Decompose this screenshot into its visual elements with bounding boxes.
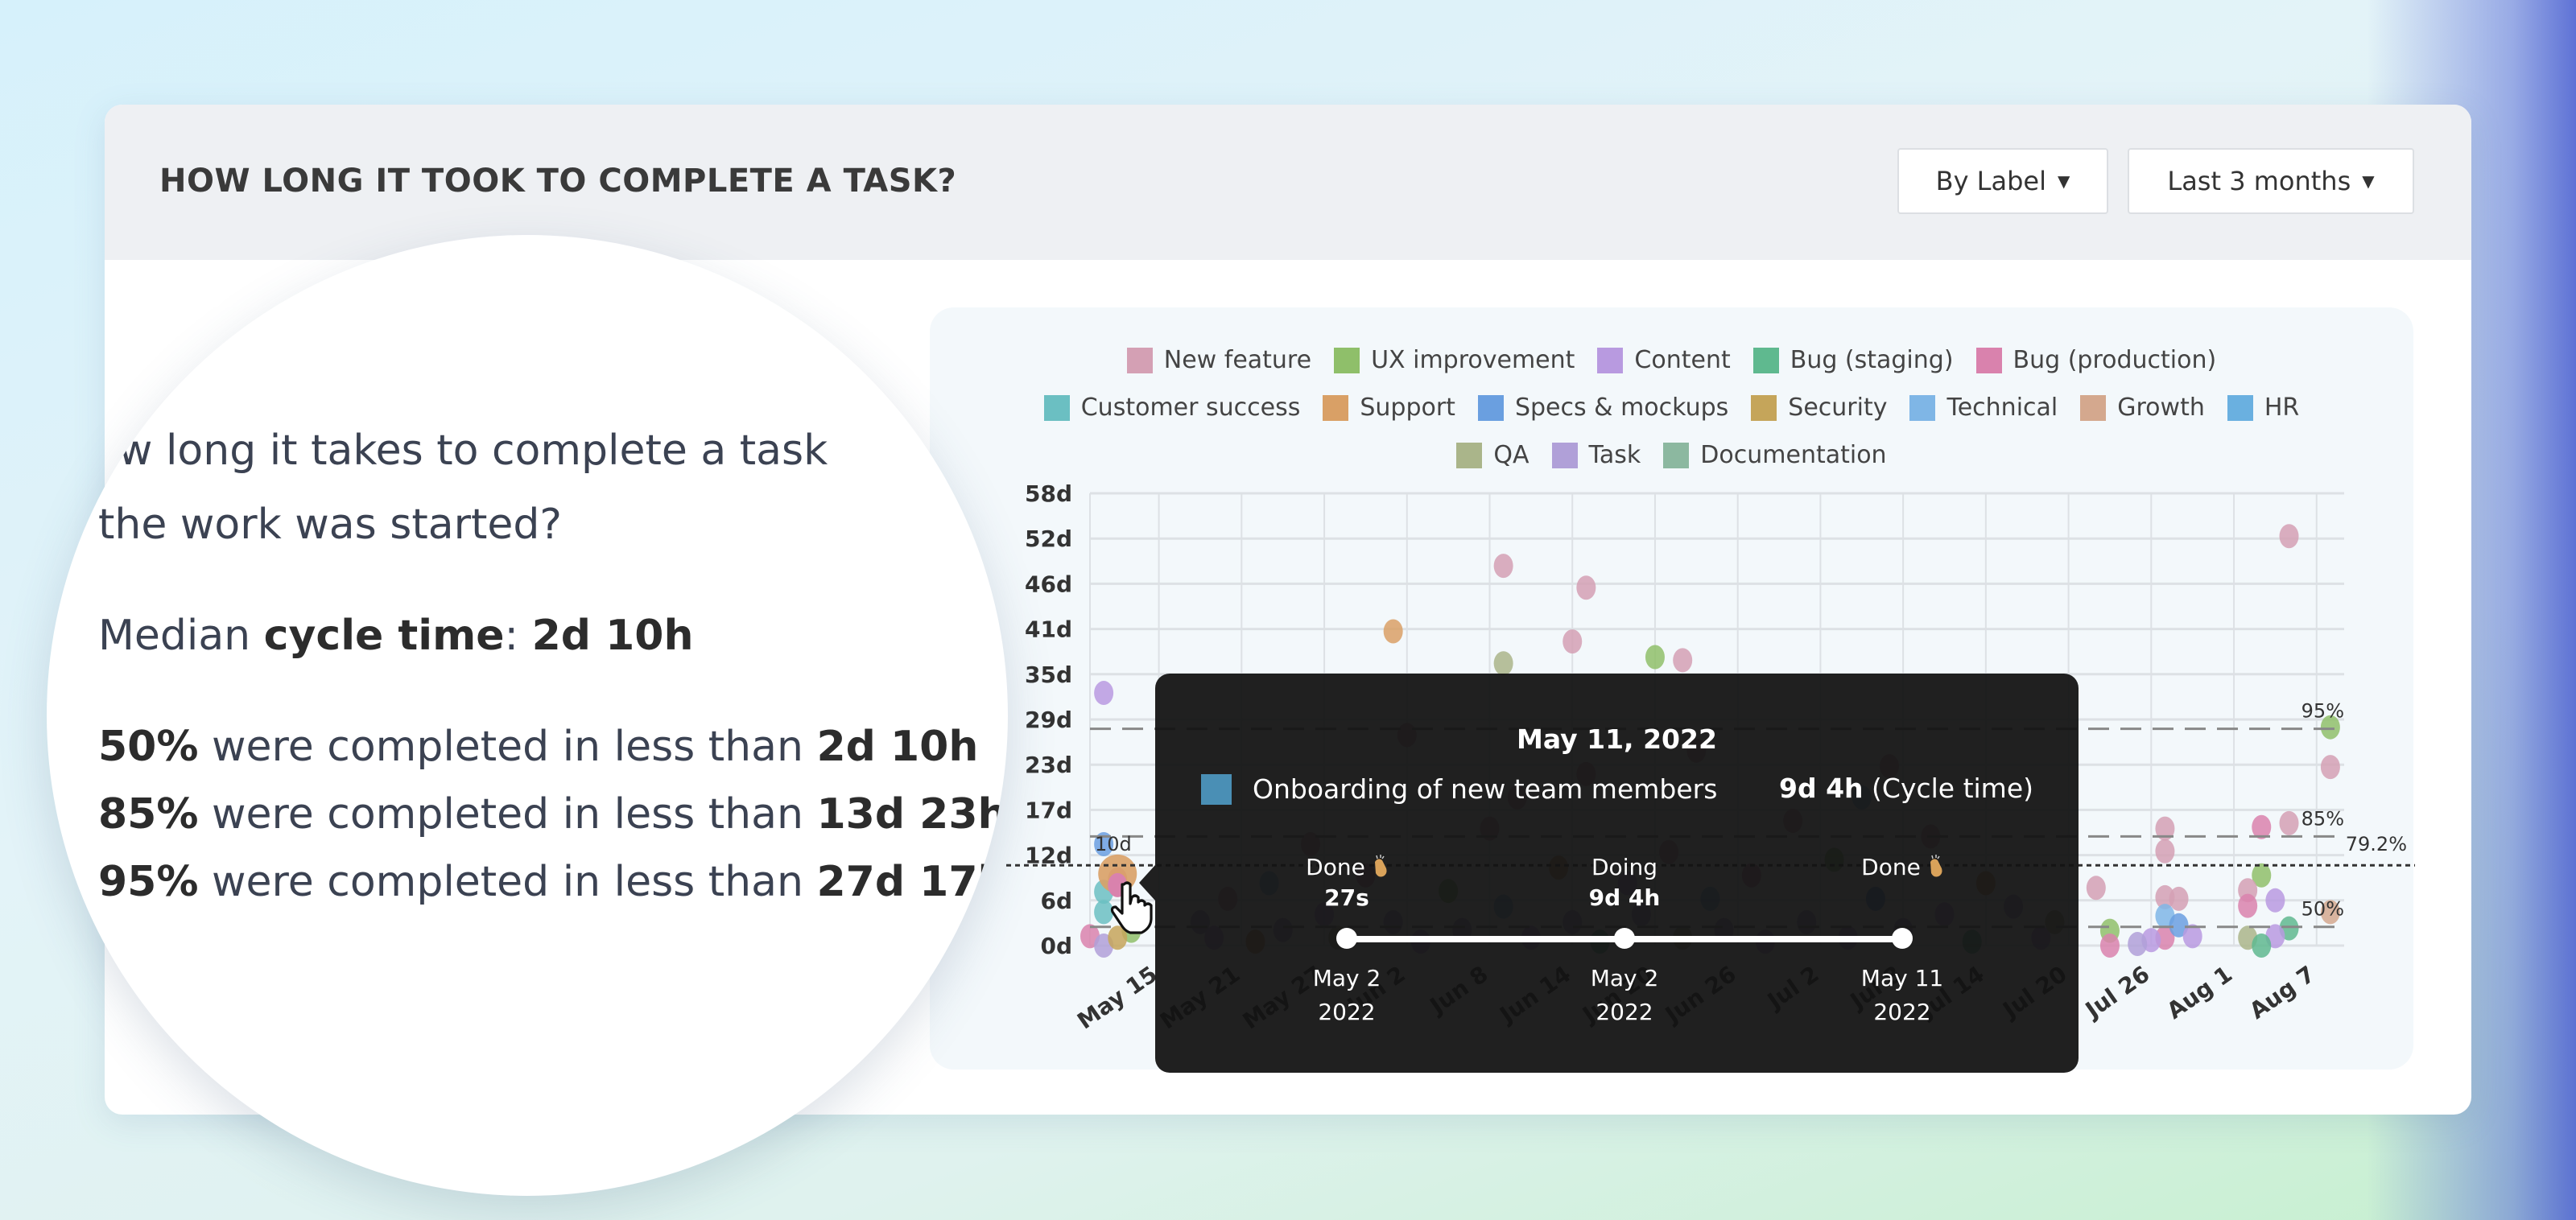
median-value: 2d 10h [531,612,694,660]
timeline-dot [1892,928,1913,949]
data-point [1645,645,1665,670]
pointer-hand-icon [1110,881,1153,934]
y-tick-label: 23d [1025,752,1072,778]
x-tick-label: May 15 [1072,961,1162,1035]
stage-date-label: May 2 [1242,965,1451,991]
stage-duration-label: 9d 4h [1520,884,1729,911]
stage-date: May 2 [1590,965,1659,991]
point-tooltip: May 11, 2022 Onboarding of new team memb… [1139,674,2079,1073]
data-point [1493,554,1513,579]
stage-duration: 27s [1324,884,1369,911]
stage-year-label: 2022 [1798,999,2007,1025]
median-cycle-time: Median cycle time: 2d 10h [98,612,694,660]
clap-icon [1930,855,1942,877]
percentile-value: 27d 17h [816,858,1008,906]
median-sep: : [504,612,532,660]
y-tick-label: 17d [1025,797,1072,823]
percentile-pct: 85% [98,790,199,839]
tooltip-cycle-label: (Cycle time) [1863,773,2034,804]
data-point [2238,893,2258,918]
tooltip-cycle-value: 9d 4h [1779,773,1864,804]
stage-duration-label: 27s [1242,884,1451,911]
x-tick-label: Jul 26 [2079,961,2154,1024]
stage-date: May 11 [1860,965,1944,991]
percentile-line: 50% were completed in less than 2d 10h [98,723,978,771]
stage-status: Done [1306,854,1365,880]
x-tick-label: Aug 1 [2162,961,2237,1024]
data-point [2279,524,2299,549]
reference-label: 79.2% [2346,833,2407,855]
stage-duration: 9d 4h [1588,884,1661,911]
data-point [1563,629,1583,654]
median-metric: cycle time [263,612,505,660]
data-point [2086,876,2106,901]
question-line-2: the work was started? [98,501,562,549]
percentile-line: 95% were completed in less than 27d 17h [98,858,1008,906]
tooltip-date: May 11, 2022 [1517,723,1717,755]
data-point [2169,886,2189,911]
y-tick-label: 58d [1025,480,1072,507]
y-tick-label: 6d [1040,888,1072,914]
stage-date: May 2 [1312,965,1381,991]
data-point [1673,648,1693,673]
data-point [2265,888,2285,913]
data-point [1576,575,1596,600]
y-tick-label: 29d [1025,707,1072,733]
stage-date-label: May 11 [1798,965,2007,991]
stage-status: Done [1861,854,1921,880]
percentile-line: 85% were completed in less than 13d 23h [98,790,1008,839]
stage-status-label: Done [1798,854,2007,880]
reference-label: 85% [2301,807,2344,830]
percentile-text: were completed in less than [198,723,817,771]
percentile-text: were completed in less than [198,790,817,839]
y-tick-label: 41d [1025,616,1072,643]
y-tick-label: 52d [1025,526,1072,552]
stage-year: 2022 [1873,999,1931,1025]
reference-left-label: 10d [1095,833,1132,855]
stage-year-label: 2022 [1520,999,1729,1025]
percentile-pct: 50% [98,723,199,771]
stage-year-label: 2022 [1242,999,1451,1025]
question-line-1: How long it takes to complete a task [61,427,828,475]
stage-year: 2022 [1318,999,1376,1025]
data-point [2155,839,2175,863]
data-point [1383,619,1403,644]
stage-date-label: May 2 [1520,965,1729,991]
clap-icon [1374,855,1387,877]
data-point [2128,932,2148,957]
data-point [2099,934,2120,958]
data-point [2279,810,2299,835]
data-point [2252,934,2272,958]
median-prefix: Median [98,612,264,660]
y-tick-label: 46d [1025,571,1072,597]
stage-status-label: Done [1242,854,1451,880]
y-tick-label: 12d [1025,843,1072,869]
reference-label: 50% [2301,898,2344,921]
data-point [1094,681,1114,706]
stage-year: 2022 [1596,999,1653,1025]
magnifier-lens: How long it takes to complete a task the… [47,235,1008,1196]
timeline-dot [1336,928,1357,949]
timeline-dot [1614,928,1635,949]
x-tick-label: Aug 7 [2244,961,2319,1024]
percentile-value: 13d 23h [816,790,1008,839]
tooltip-task-row: Onboarding of new team members [1201,773,1717,805]
percentile-value: 2d 10h [816,723,979,771]
data-point [2320,755,2340,780]
reference-label: 95% [2301,700,2344,723]
data-point [1493,651,1513,676]
task-color-swatch [1201,773,1232,805]
tooltip-task-name: Onboarding of new team members [1253,773,1718,805]
percentile-pct: 95% [98,858,199,906]
y-tick-label: 35d [1025,662,1072,688]
percentile-text: were completed in less than [198,858,817,906]
stage-status-label: Doing [1520,854,1729,880]
y-tick-label: 0d [1040,933,1072,959]
tooltip-cycle: 9d 4h (Cycle time) [1779,773,2033,804]
stage-status: Doing [1591,854,1657,880]
